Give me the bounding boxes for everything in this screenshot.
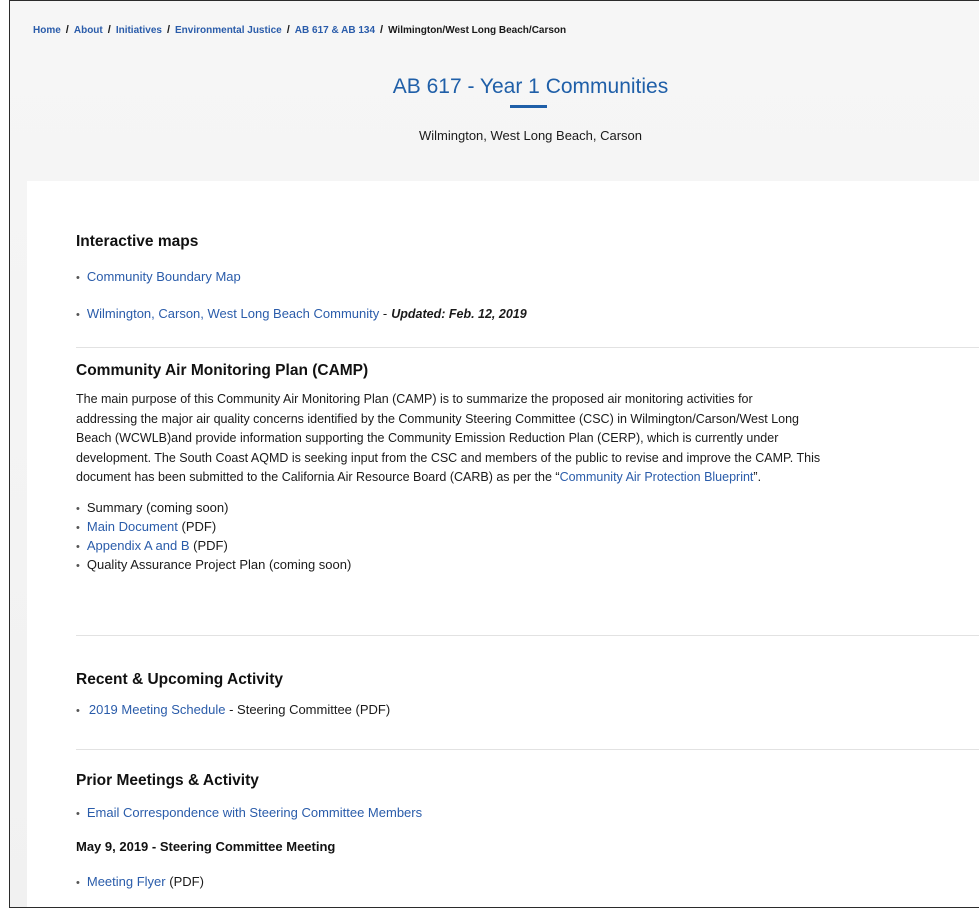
prior-meetings-section: Prior Meetings & Activity Email Correspo… [76,772,979,892]
community-boundary-map-link[interactable]: Community Boundary Map [87,269,241,284]
pdf-label: (PDF) [169,874,204,889]
meeting-documents-list: Meeting Flyer (PDF) [76,873,979,892]
divider [76,635,979,636]
paragraph-line: Beach (WCWLB)and provide information sup… [76,431,779,445]
title-underline [510,105,547,108]
meeting-schedule-suffix: - Steering Committee (PDF) [229,702,391,717]
section-heading: Community Air Monitoring Plan (CAMP) [76,362,369,379]
community-map-link[interactable]: Wilmington, Carson, West Long Beach Comm… [87,306,379,321]
list-item: 2019 Meeting Schedule - Steering Committ… [76,701,979,720]
divider [76,749,979,750]
blueprint-link[interactable]: Community Air Protection Blueprint [560,470,754,484]
list-item: Appendix A and B (PDF) [76,537,979,556]
page-title: AB 617 - Year 1 Communities [392,75,669,98]
divider [76,347,979,348]
list-item: Summary (coming soon) [76,499,979,518]
maps-list: Community Boundary Map Wilmington, Carso… [76,268,979,324]
page-subtitle: Wilmington, West Long Beach, Carson [418,128,643,143]
list-item: Main Document (PDF) [76,518,979,537]
pdf-label: (PDF) [181,518,217,534]
interactive-maps-section: Interactive maps Community Boundary Map … [76,233,979,324]
section-heading: Recent & Upcoming Activity [76,671,283,688]
paragraph-line: development. The South Coast AQMD is see… [76,450,821,465]
list-item: Wilmington, Carson, West Long Beach Comm… [76,305,979,324]
section-heading: Prior Meetings & Activity [76,772,259,789]
recent-activity-section: Recent & Upcoming Activity 2019 Meeting … [76,671,979,720]
list-item: Community Boundary Map [76,268,979,287]
qapp-text: Quality Assurance Project Plan (coming s… [86,556,352,572]
meeting-flyer-link[interactable]: Meeting Flyer [87,874,166,889]
page-hero: AB 617 - Year 1 Communities Wilmington, … [10,1,979,181]
list-item: Quality Assurance Project Plan (coming s… [76,556,979,575]
list-item: Email Correspondence with Steering Commi… [76,804,979,823]
paragraph-line: addressing the major air quality concern… [76,411,799,426]
summary-text: Summary (coming soon) [86,499,229,515]
list-item: Meeting Flyer (PDF) [76,873,979,892]
updated-note: Updated: Feb. 12, 2019 [391,307,527,321]
main-document-link[interactable]: Main Document [87,519,178,534]
paragraph-text: ”. [753,470,762,484]
camp-paragraph: The main purpose of this Community Air M… [76,390,976,488]
separator-dash: - [382,306,388,321]
recent-list: 2019 Meeting Schedule - Steering Committ… [76,701,979,720]
camp-section: Community Air Monitoring Plan (CAMP) The… [76,362,979,575]
paragraph-line: document has been submitted to the Calif… [76,468,976,488]
camp-documents-list: Summary (coming soon) Main Document (PDF… [76,499,979,575]
main-content: Interactive maps Community Boundary Map … [27,181,979,907]
appendix-link[interactable]: Appendix A and B [87,538,190,553]
section-heading: Interactive maps [76,233,199,250]
meeting-schedule-link[interactable]: 2019 Meeting Schedule [89,702,226,717]
paragraph-text: document has been submitted to the Calif… [76,470,560,484]
paragraph-line: The main purpose of this Community Air M… [76,392,753,406]
prior-list: Email Correspondence with Steering Commi… [76,804,979,823]
pdf-label: (PDF) [193,537,228,553]
meeting-subheading: May 9, 2019 - Steering Committee Meeting [76,839,336,854]
page-frame: Home / About / Initiatives / Environmental Jus… [9,0,979,908]
email-correspondence-link[interactable]: Email Correspondence with Steering Commi… [87,805,422,820]
